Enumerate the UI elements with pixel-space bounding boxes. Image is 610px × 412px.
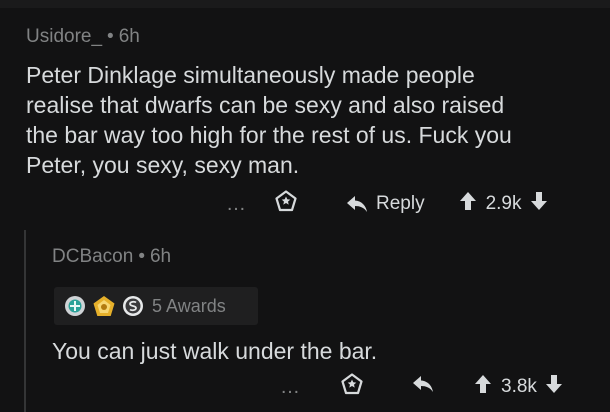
reply-arrow-icon xyxy=(412,375,434,393)
comment-age: 6h xyxy=(118,26,140,47)
comment-author[interactable]: DCBacon xyxy=(52,246,133,267)
upvote-button[interactable] xyxy=(459,191,477,217)
award-helpful-icon xyxy=(92,295,116,317)
comment-body: You can just walk under the bar. xyxy=(52,338,378,364)
more-options-button[interactable]: … xyxy=(280,376,340,399)
comment-line: Peter Dinklage simultaneously made peopl… xyxy=(26,62,475,88)
more-dots-icon: … xyxy=(226,192,247,215)
award-button[interactable] xyxy=(340,372,364,402)
award-silver-icon xyxy=(122,295,144,317)
reply-button[interactable]: Reply xyxy=(346,193,425,215)
comment-line: realise that dwarfs can be sexy and also… xyxy=(26,92,505,118)
upvote-button[interactable] xyxy=(474,374,492,400)
meta-separator: • xyxy=(138,246,145,267)
downvote-button[interactable] xyxy=(545,374,563,400)
more-options-button[interactable]: … xyxy=(226,193,274,216)
reply-label: Reply xyxy=(376,193,425,214)
vote-score: 3.8k xyxy=(501,376,537,397)
award-icon xyxy=(340,372,364,396)
comment-line: the bar way too high for the rest of us.… xyxy=(26,122,512,148)
thread-line[interactable] xyxy=(24,230,26,412)
top-border xyxy=(0,0,610,8)
award-button[interactable] xyxy=(274,189,298,219)
comment-author[interactable]: Usidore_ xyxy=(26,26,102,47)
reply-button[interactable] xyxy=(412,375,434,399)
award-medal-icon xyxy=(64,295,86,317)
award-icon xyxy=(274,189,298,213)
upvote-arrow-icon xyxy=(474,374,492,394)
more-dots-icon: … xyxy=(280,375,301,398)
awards-count: 5 Awards xyxy=(152,295,226,316)
comment-meta: DCBacon • 6h xyxy=(52,246,171,268)
meta-separator: • xyxy=(107,26,114,47)
comment-actions: … Reply 2.9k xyxy=(226,190,548,218)
comment-meta: Usidore_ • 6h xyxy=(26,26,140,48)
downvote-arrow-icon xyxy=(545,374,563,394)
comment-actions: … 3.8k xyxy=(280,373,563,401)
comment-age: 6h xyxy=(149,246,172,267)
reply-arrow-icon xyxy=(346,195,368,213)
downvote-arrow-icon xyxy=(530,191,548,211)
vote-score: 2.9k xyxy=(485,193,522,214)
upvote-arrow-icon xyxy=(459,191,477,211)
downvote-button[interactable] xyxy=(530,191,548,217)
comment-line: Peter, you sexy, sexy man. xyxy=(26,152,300,178)
awards-bar[interactable]: 5 Awards xyxy=(54,287,258,325)
